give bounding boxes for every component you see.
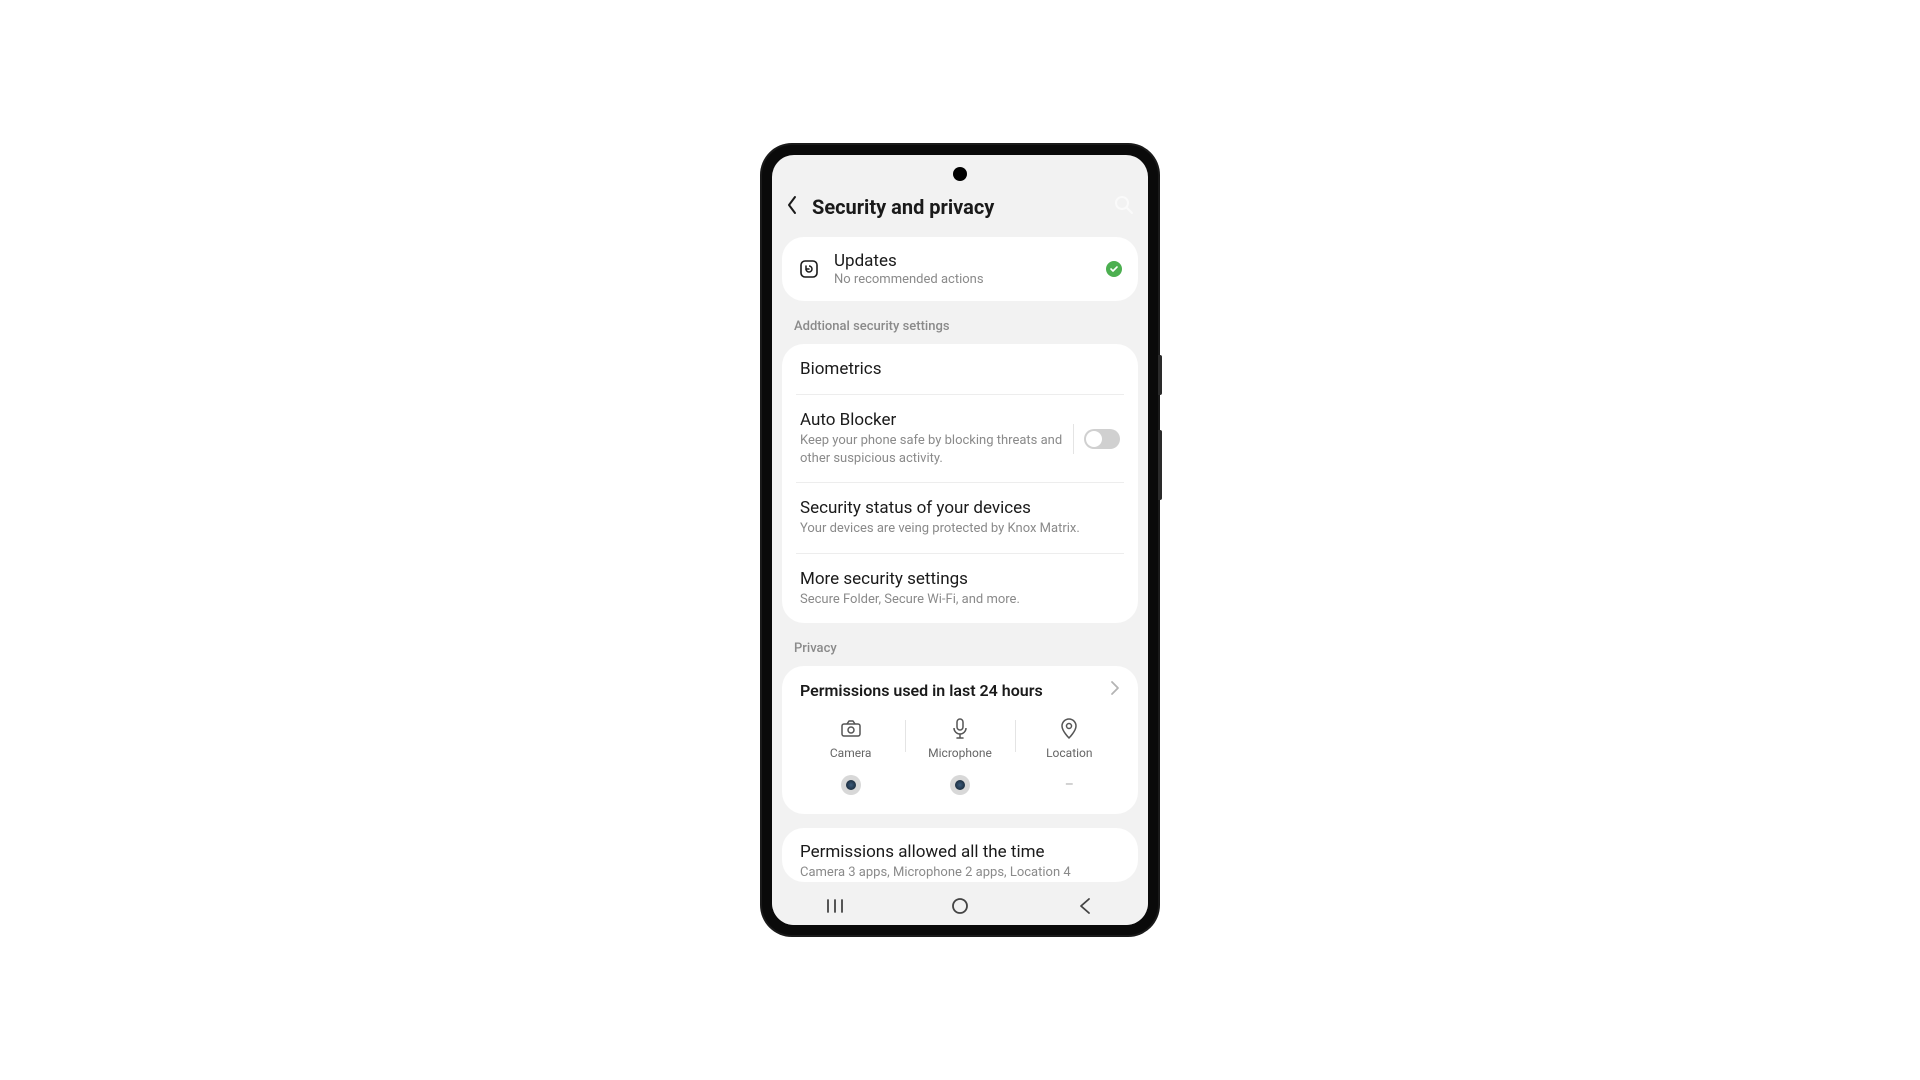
auto-blocker-subtitle: Keep your phone safe by blocking threats…	[800, 432, 1063, 467]
search-button[interactable]	[1114, 195, 1134, 219]
side-button-2	[1158, 430, 1162, 500]
security-status-subtitle: Your devices are veing protected by Knox…	[800, 520, 1120, 538]
more-security-subtitle: Secure Folder, Secure Wi-Fi, and more.	[800, 591, 1120, 609]
side-button-1	[1158, 355, 1162, 395]
back-icon	[1078, 897, 1092, 915]
location-icon	[1060, 718, 1078, 740]
check-icon	[1109, 264, 1119, 274]
additional-security-card: Biometrics Auto Blocker Keep your phone …	[782, 344, 1138, 623]
more-security-title: More security settings	[800, 569, 1120, 589]
permissions-allowed-card[interactable]: Permissions allowed all the time Camera …	[782, 828, 1138, 882]
auto-blocker-toggle[interactable]	[1084, 429, 1120, 449]
camera-icon	[840, 718, 862, 740]
microphone-icon	[951, 718, 969, 740]
permissions-24h-title: Permissions used in last 24 hours	[800, 681, 1110, 700]
system-nav-bar	[772, 887, 1148, 925]
page-title: Security and privacy	[812, 195, 1100, 219]
section-label-additional: Addtional security settings	[772, 301, 1148, 344]
page-header: Security and privacy	[772, 189, 1148, 233]
updates-subtitle: No recommended actions	[834, 272, 1092, 287]
nav-back-button[interactable]	[1055, 897, 1115, 915]
permissions-grid: Camera	[796, 712, 1124, 796]
perm-col-microphone[interactable]: Microphone	[905, 718, 1014, 796]
search-icon	[1114, 195, 1134, 215]
toggle-knob	[1086, 431, 1102, 447]
divider	[1073, 424, 1074, 454]
biometrics-title: Biometrics	[800, 359, 1120, 379]
permissions-allowed-subtitle: Camera 3 apps, Microphone 2 apps, Locati…	[800, 864, 1120, 882]
status-ok-badge	[1106, 261, 1122, 277]
updates-title: Updates	[834, 251, 1092, 271]
perm-col-location[interactable]: Location –	[1015, 718, 1124, 796]
camera-cutout	[953, 167, 967, 181]
phone-screen: Security and privacy	[772, 155, 1148, 925]
permissions-allowed-title: Permissions allowed all the time	[800, 842, 1120, 862]
auto-blocker-body: Auto Blocker Keep your phone safe by blo…	[800, 410, 1063, 467]
list-item-biometrics[interactable]: Biometrics	[796, 344, 1124, 394]
permissions-24h-card: Permissions used in last 24 hours	[782, 666, 1138, 814]
chevron-right-icon	[1110, 680, 1120, 700]
security-status-title: Security status of your devices	[800, 498, 1120, 518]
list-item-security-status[interactable]: Security status of your devices Your dev…	[796, 482, 1124, 553]
auto-blocker-title: Auto Blocker	[800, 410, 1063, 430]
list-item-more-security[interactable]: More security settings Secure Folder, Se…	[796, 553, 1124, 624]
updates-text: Updates No recommended actions	[834, 251, 1092, 287]
perm-apps-camera	[841, 774, 861, 796]
perm-apps-location: –	[1065, 774, 1074, 796]
updates-card[interactable]: Updates No recommended actions	[782, 237, 1138, 301]
perm-location-value: –	[1065, 777, 1074, 793]
perm-label-microphone: Microphone	[928, 746, 992, 760]
nav-home-button[interactable]	[930, 897, 990, 915]
back-button[interactable]	[786, 195, 798, 219]
phone-frame: Security and privacy	[762, 145, 1158, 935]
nav-recents-button[interactable]	[805, 898, 865, 914]
app-indicator	[841, 775, 861, 795]
list-item-auto-blocker[interactable]: Auto Blocker Keep your phone safe by blo…	[796, 394, 1124, 482]
section-label-privacy: Privacy	[772, 623, 1148, 666]
perm-label-camera: Camera	[830, 746, 872, 760]
permissions-24h-header[interactable]: Permissions used in last 24 hours	[796, 680, 1124, 712]
perm-apps-microphone	[950, 774, 970, 796]
app-indicator	[950, 775, 970, 795]
updates-icon	[798, 258, 820, 280]
perm-col-camera[interactable]: Camera	[796, 718, 905, 796]
recents-icon	[825, 898, 845, 914]
chevron-left-icon	[786, 195, 798, 215]
home-icon	[951, 897, 969, 915]
perm-label-location: Location	[1046, 746, 1092, 760]
page-content: Security and privacy	[772, 155, 1148, 887]
